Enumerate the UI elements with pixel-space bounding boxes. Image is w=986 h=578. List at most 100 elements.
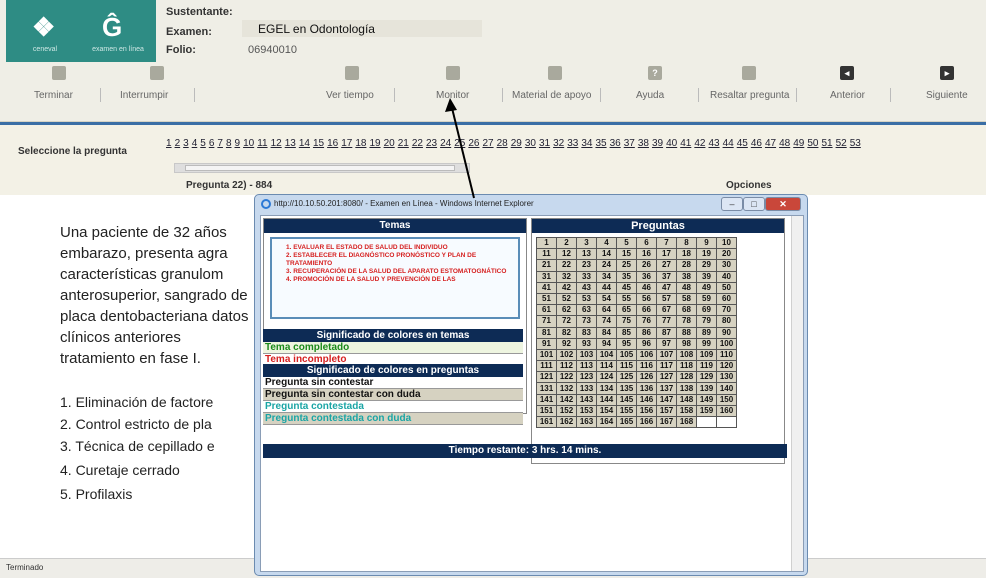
question-link[interactable]: 2: [175, 138, 181, 149]
question-cell[interactable]: 27: [656, 259, 677, 272]
material-apoyo-button[interactable]: Material de apoyo: [512, 90, 592, 101]
question-link[interactable]: 53: [850, 138, 861, 149]
question-cell[interactable]: 62: [556, 304, 577, 317]
question-cell[interactable]: 16: [636, 248, 657, 261]
maximize-button[interactable]: □: [743, 197, 765, 211]
question-link[interactable]: 17: [341, 138, 352, 149]
question-link[interactable]: 1: [166, 138, 172, 149]
question-link[interactable]: 38: [638, 138, 649, 149]
question-cell[interactable]: 25: [616, 259, 637, 272]
question-link[interactable]: 4: [192, 138, 198, 149]
question-cell[interactable]: 30: [716, 259, 737, 272]
question-cell[interactable]: 118: [676, 360, 697, 373]
question-link[interactable]: 18: [355, 138, 366, 149]
close-button[interactable]: ✕: [765, 197, 801, 211]
question-cell[interactable]: 80: [716, 315, 737, 328]
question-cell[interactable]: 107: [656, 348, 677, 362]
question-cell[interactable]: 7: [656, 236, 677, 250]
question-cell[interactable]: 23: [576, 259, 597, 272]
question-cell[interactable]: 42: [556, 281, 577, 294]
question-cell[interactable]: 102: [556, 348, 577, 362]
clock-icon[interactable]: [345, 66, 359, 80]
question-cell[interactable]: 129: [696, 371, 717, 384]
question-cell[interactable]: 60: [716, 292, 737, 306]
question-cell[interactable]: 104: [596, 348, 617, 362]
question-cell[interactable]: 136: [636, 382, 657, 395]
vertical-scrollbar[interactable]: [791, 216, 803, 571]
question-cell[interactable]: 163: [576, 415, 597, 429]
question-cell[interactable]: 92: [556, 337, 577, 350]
question-link[interactable]: 8: [226, 138, 232, 149]
question-link[interactable]: 35: [595, 138, 606, 149]
topic-item[interactable]: 2. ESTABLECER EL DIAGNÓSTICO PRONÓSTICO …: [272, 252, 518, 268]
topic-item[interactable]: 1. EVALUAR EL ESTADO DE SALUD DEL INDIVI…: [272, 244, 518, 252]
question-cell[interactable]: 154: [596, 404, 617, 418]
question-cell[interactable]: 76: [636, 315, 657, 328]
question-cell[interactable]: 24: [596, 259, 617, 272]
monitor-button[interactable]: Monitor: [436, 90, 469, 101]
question-cell[interactable]: 122: [556, 371, 577, 384]
question-link[interactable]: 30: [525, 138, 536, 149]
question-link[interactable]: 52: [836, 138, 847, 149]
question-link[interactable]: 27: [482, 138, 493, 149]
ayuda-button[interactable]: Ayuda: [636, 90, 664, 101]
question-cell[interactable]: 162: [556, 415, 577, 429]
question-number-links[interactable]: 1 2 3 4 5 6 7 8 9 10 11 12 13 14 15 16 17 18 19 20 21 22 23 24 2…: [166, 138, 986, 149]
question-cell[interactable]: 166: [636, 415, 657, 429]
question-link[interactable]: 29: [511, 138, 522, 149]
question-cell[interactable]: 54: [596, 292, 617, 306]
question-cell[interactable]: 72: [556, 315, 577, 328]
question-link[interactable]: 19: [369, 138, 380, 149]
option-2[interactable]: 2. Control estricto de pla: [60, 416, 212, 432]
question-cell[interactable]: 157: [656, 404, 677, 418]
question-link[interactable]: 44: [723, 138, 734, 149]
question-cell[interactable]: 111: [536, 360, 557, 373]
interrumpir-button[interactable]: Interrumpir: [120, 90, 168, 101]
question-link[interactable]: 43: [708, 138, 719, 149]
question-cell[interactable]: 20: [716, 248, 737, 261]
interrumpir-icon[interactable]: [150, 66, 164, 80]
question-cell[interactable]: 58: [676, 292, 697, 306]
question-link[interactable]: 47: [765, 138, 776, 149]
question-cell[interactable]: 103: [576, 348, 597, 362]
question-cell[interactable]: 55: [616, 292, 637, 306]
question-cell[interactable]: 13: [576, 248, 597, 261]
question-cell[interactable]: 144: [596, 393, 617, 406]
question-cell[interactable]: 50: [716, 281, 737, 294]
question-cell[interactable]: 86: [636, 326, 657, 339]
question-cell[interactable]: 52: [556, 292, 577, 306]
question-cell[interactable]: 97: [656, 337, 677, 350]
question-cell[interactable]: 167: [656, 415, 677, 429]
question-cell[interactable]: 146: [636, 393, 657, 406]
question-cell[interactable]: 46: [636, 281, 657, 294]
topics-list[interactable]: 1. EVALUAR EL ESTADO DE SALUD DEL INDIVI…: [270, 237, 520, 319]
question-cell[interactable]: 64: [596, 304, 617, 317]
question-cell[interactable]: 90: [716, 326, 737, 339]
question-cell[interactable]: 82: [556, 326, 577, 339]
question-cell[interactable]: 56: [636, 292, 657, 306]
question-cell[interactable]: 48: [676, 281, 697, 294]
option-1[interactable]: 1. Eliminación de factore: [60, 394, 213, 410]
question-cell[interactable]: 113: [576, 360, 597, 373]
question-cell[interactable]: 142: [556, 393, 577, 406]
question-cell[interactable]: 91: [536, 337, 557, 350]
question-cell[interactable]: 145: [616, 393, 637, 406]
question-cell[interactable]: 87: [656, 326, 677, 339]
question-cell[interactable]: 63: [576, 304, 597, 317]
book-icon[interactable]: [548, 66, 562, 80]
question-cell[interactable]: 57: [656, 292, 677, 306]
question-cell[interactable]: 133: [576, 382, 597, 395]
question-link[interactable]: 22: [412, 138, 423, 149]
question-cell[interactable]: 94: [596, 337, 617, 350]
question-cell[interactable]: 34: [596, 270, 617, 283]
question-link[interactable]: 41: [680, 138, 691, 149]
question-cell[interactable]: 141: [536, 393, 557, 406]
question-cell[interactable]: 66: [636, 304, 657, 317]
question-cell[interactable]: 164: [596, 415, 617, 429]
question-cell[interactable]: 10: [716, 236, 737, 250]
question-cell[interactable]: 126: [636, 371, 657, 384]
question-cell[interactable]: 65: [616, 304, 637, 317]
question-link[interactable]: 31: [539, 138, 550, 149]
question-cell[interactable]: 108: [676, 348, 697, 362]
question-cell[interactable]: 149: [696, 393, 717, 406]
